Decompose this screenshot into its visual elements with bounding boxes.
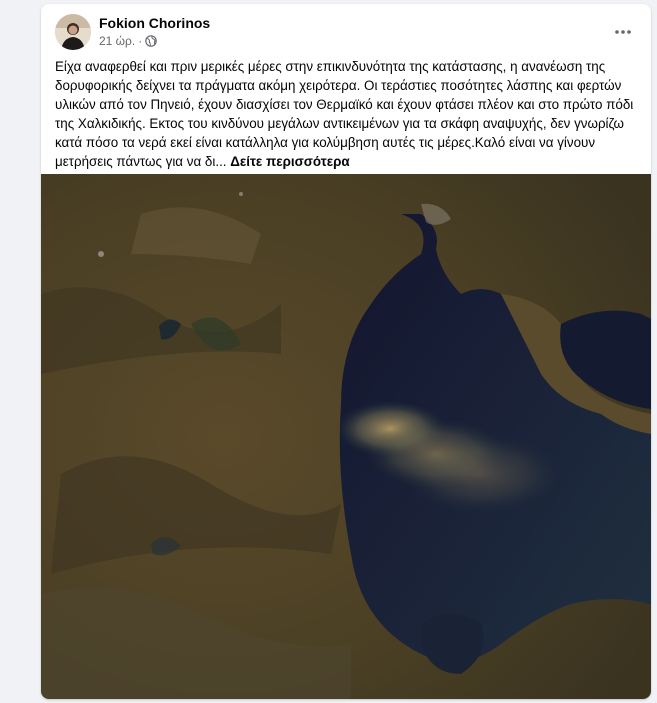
meta-separator: · [138,34,143,48]
post-body: Είχα αναφερθεί και πριν μερικές μέρες στ… [55,59,634,169]
post-image[interactable] [41,174,651,699]
post-header: Fokion Chorinos 21 ώρ. · [41,4,651,54]
author-name[interactable]: Fokion Chorinos [99,15,210,31]
globe-icon [145,35,158,47]
post-card: Fokion Chorinos 21 ώρ. · Είχα αναφερθεί … [41,4,651,699]
post-meta: 21 ώρ. · [99,34,158,48]
author-avatar[interactable] [55,14,91,50]
more-options-icon [615,30,631,34]
see-more-link[interactable]: Δείτε περισσότερα [230,154,349,169]
satellite-image [41,174,651,699]
avatar-image [55,14,91,50]
more-options-button[interactable] [607,16,639,48]
post-text: Είχα αναφερθεί και πριν μερικές μέρες στ… [55,57,643,171]
post-time[interactable]: 21 ώρ. [99,34,135,48]
